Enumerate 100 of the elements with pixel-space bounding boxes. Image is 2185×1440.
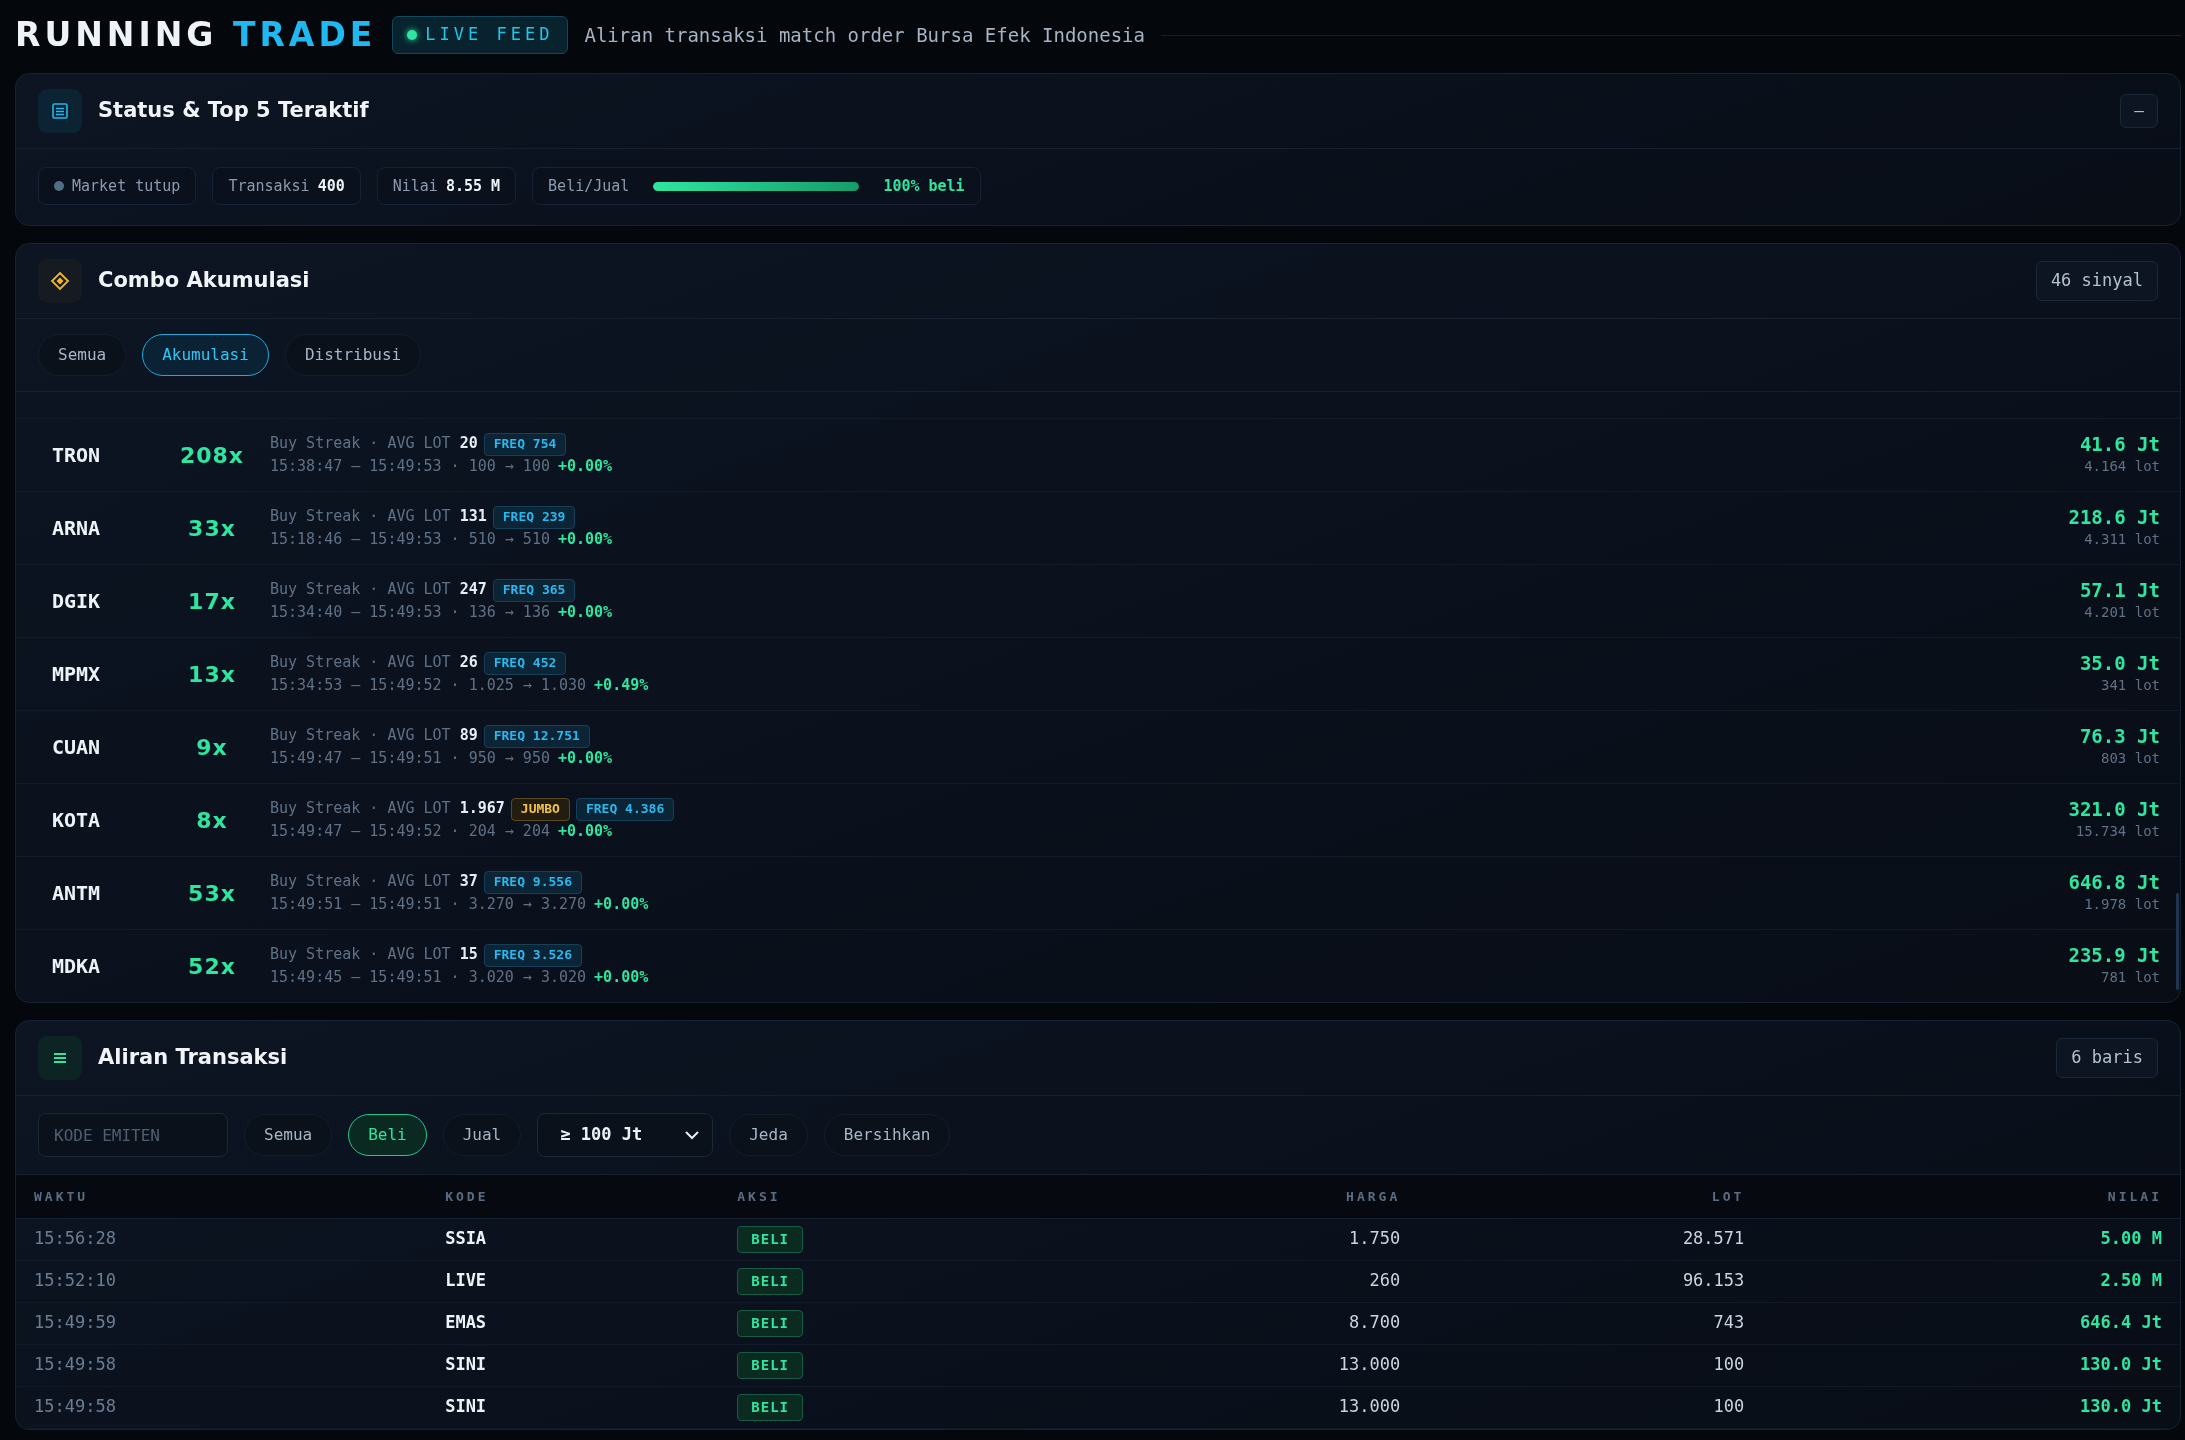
action-tag: BELI (737, 1225, 803, 1253)
action-button[interactable]: Bersihkan (823, 1114, 951, 1156)
table-cell: 2.50 M (1762, 1260, 2180, 1302)
time-price-range: 15:38:47 – 15:49:53 · 100 → 100 (270, 455, 550, 477)
filter-tab[interactable]: Distribusi (284, 334, 422, 376)
signal-lot: 803 lot (2100, 749, 2160, 769)
action-tag: BELI (737, 1393, 803, 1421)
signal-value: 646.8 Jt (2068, 870, 2160, 895)
threshold-dropdown[interactable]: ≥ 100 Jt (537, 1113, 714, 1157)
side-filter[interactable]: Beli (348, 1114, 427, 1156)
streak-info: Buy Streak · AVG LOT 1.967 (270, 798, 505, 820)
signal-count: 46 sinyal (2035, 261, 2158, 301)
time-price-range: 15:34:40 – 15:49:53 · 136 → 136 (270, 601, 550, 623)
time-price-range: 15:49:45 – 15:49:51 · 3.020 → 3.020 (270, 966, 587, 988)
ticker: DGIK (52, 588, 102, 615)
table-cell: 13.000 (1011, 1344, 1419, 1386)
column-header: NILAI (1762, 1175, 2180, 1218)
menu-icon (52, 1051, 68, 1065)
action-tag: BELI (737, 1309, 803, 1337)
signal-value: 218.6 Jt (2068, 505, 2160, 530)
streak-info: Buy Streak · AVG LOT 37 (270, 871, 478, 893)
column-header: KODE (427, 1175, 720, 1218)
panel-title: Status & Top 5 Teraktif (98, 97, 370, 125)
live-feed-badge: LIVE FEED (392, 16, 569, 54)
price-change: +0.00% (594, 966, 649, 988)
side-filter[interactable]: Semua (244, 1114, 333, 1156)
signal-value: 76.3 Jt (2079, 724, 2160, 749)
streak-info: Buy Streak · AVG LOT 131 (270, 506, 487, 528)
table-cell: SINI (427, 1344, 720, 1386)
market-status: Market tutup (72, 175, 181, 197)
subtitle: Aliran transaksi match order Bursa Efek Indonesia (584, 22, 1145, 48)
action-button[interactable]: Jeda (729, 1114, 808, 1156)
table-cell: 5.00 M (1762, 1218, 2180, 1260)
table-cell: 15:49:58 (16, 1386, 428, 1428)
table-cell: 8.700 (1011, 1302, 1419, 1344)
price-change: +0.00% (557, 455, 613, 477)
action-tag: BELI (737, 1351, 803, 1379)
signal-lot: 15.734 lot (2074, 822, 2160, 842)
table-cell: 100 (1418, 1344, 1763, 1386)
signal-value: 321.0 Jt (2068, 797, 2160, 822)
ticker: ANTM (52, 880, 102, 907)
price-change: +0.49% (594, 674, 649, 696)
app-title: RUNNING TRADE (15, 14, 377, 57)
row-count: 6 baris (2056, 1038, 2158, 1078)
multiplier: 8x (195, 806, 229, 835)
jumbo-tag: JUMBO (510, 797, 570, 821)
frequency-tag: FREQ 365 (492, 578, 576, 602)
streak-info: Buy Streak · AVG LOT 15 (270, 944, 478, 966)
signal-lot: 4.201 lot (2083, 603, 2160, 623)
frequency-tag: FREQ 3.526 (483, 943, 582, 967)
ticker: MDKA (52, 953, 102, 980)
column-header: LOT (1418, 1175, 1763, 1218)
signal-value: 35.0 Jt (2079, 651, 2160, 676)
ticker: ARNA (52, 515, 102, 542)
ticker: CUAN (52, 734, 102, 761)
table-cell: 15:52:10 (16, 1260, 428, 1302)
caret-icon (684, 1130, 701, 1140)
multiplier: 53x (187, 879, 237, 908)
table-cell: 100 (1418, 1386, 1763, 1428)
table-cell: 15:49:58 (16, 1344, 428, 1386)
streak-info: Buy Streak · AVG LOT 89 (270, 725, 478, 747)
multiplier: 52x (187, 952, 237, 981)
table-cell: 130.0 Jt (1762, 1344, 2180, 1386)
signal-lot: 4.164 lot (2083, 457, 2160, 477)
filter-tab[interactable]: Akumulasi (142, 334, 269, 376)
list-icon (50, 101, 70, 121)
signal-value: 41.6 Jt (2079, 432, 2160, 457)
frequency-tag: FREQ 239 (492, 505, 576, 529)
multiplier: 17x (187, 587, 237, 616)
signal-lot: 781 lot (2100, 968, 2160, 988)
price-change: +0.00% (557, 747, 613, 769)
ticker: TRON (52, 442, 102, 469)
ratio-reading: 100% beli (883, 175, 965, 197)
side-filter[interactable]: Jual (442, 1114, 522, 1156)
price-change: +0.00% (557, 820, 613, 842)
collapse-button[interactable]: – (2120, 94, 2158, 128)
search-field[interactable]: KODE EMITEN (38, 1113, 228, 1157)
frequency-tag: FREQ 4.386 (575, 797, 675, 821)
filter-tab[interactable]: Semua (38, 334, 127, 376)
column-header: HARGA (1011, 1175, 1419, 1218)
table-cell: 28.571 (1418, 1218, 1763, 1260)
table-cell: SINI (427, 1386, 720, 1428)
time-price-range: 15:49:47 – 15:49:51 · 950 → 950 (270, 747, 550, 769)
multiplier: 208x (178, 441, 246, 470)
column-header: WAKTU (16, 1175, 428, 1218)
streak-info: Buy Streak · AVG LOT 26 (270, 652, 478, 674)
table-cell: 15:49:59 (16, 1302, 428, 1344)
table-cell: LIVE (427, 1260, 720, 1302)
time-price-range: 15:18:46 – 15:49:53 · 510 → 510 (270, 528, 550, 550)
streak-info: Buy Streak · AVG LOT 247 (270, 579, 487, 601)
multiplier: 33x (187, 514, 237, 543)
streak-info: Buy Streak · AVG LOT 20 (270, 433, 478, 455)
stat-chip: Transaksi 400 (212, 167, 361, 205)
signal-lot: 4.311 lot (2083, 530, 2160, 550)
table-cell: 260 (1011, 1260, 1419, 1302)
price-change: +0.00% (557, 528, 613, 550)
action-tag: BELI (737, 1267, 803, 1295)
time-price-range: 15:49:51 – 15:49:51 · 3.270 → 3.270 (270, 893, 587, 915)
signal-lot: 341 lot (2100, 676, 2160, 696)
table-cell: 646.4 Jt (1762, 1302, 2180, 1344)
